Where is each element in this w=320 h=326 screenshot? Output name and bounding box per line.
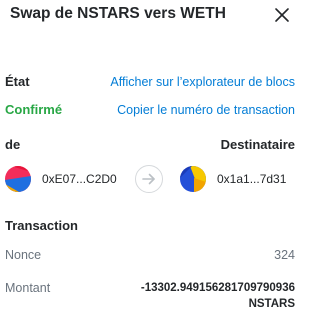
amount-unit: NSTARS	[248, 298, 295, 310]
sender-avatar[interactable]	[5, 166, 31, 192]
from-to-header-row: de Destinataire	[5, 137, 295, 152]
from-label: de	[5, 137, 21, 152]
arrow-right-icon	[135, 165, 163, 193]
to-label: Destinataire	[220, 137, 295, 152]
recipient-avatar[interactable]	[180, 166, 206, 192]
nonce-row: Nonce 324	[5, 248, 295, 262]
status-value-row: Confirmé Copier le numéro de transaction	[5, 102, 295, 117]
transaction-section-title: Transaction	[5, 218, 78, 233]
transaction-details-panel: Swap de NSTARS vers WETH État Afficher s…	[0, 0, 311, 326]
view-on-explorer-link[interactable]: Afficher sur l’explorateur de blocs	[110, 75, 295, 89]
amount-value: -13302.949156281709790936	[140, 282, 295, 294]
nonce-label: Nonce	[5, 248, 42, 262]
status-label: État	[5, 74, 30, 89]
status-header-row: État Afficher sur l’explorateur de blocs	[5, 74, 295, 89]
nonce-value: 324	[274, 248, 295, 262]
page-title: Swap de NSTARS vers WETH	[10, 5, 226, 22]
amount-label: Montant	[5, 281, 51, 295]
recipient-address[interactable]: 0x1a1...7d31	[217, 172, 286, 186]
copy-transaction-id-link[interactable]: Copier le numéro de transaction	[117, 103, 295, 117]
sender-identicon-icon	[5, 166, 31, 192]
status-badge: Confirmé	[5, 102, 63, 117]
close-icon[interactable]	[273, 6, 291, 24]
address-row: 0xE07...C2D0 0x1a1...7d31	[0, 165, 311, 197]
recipient-identicon-icon	[180, 166, 206, 192]
sender-address[interactable]: 0xE07...C2D0	[42, 172, 117, 186]
amount-value-block: -13302.949156281709790936 NSTARS	[141, 280, 295, 312]
